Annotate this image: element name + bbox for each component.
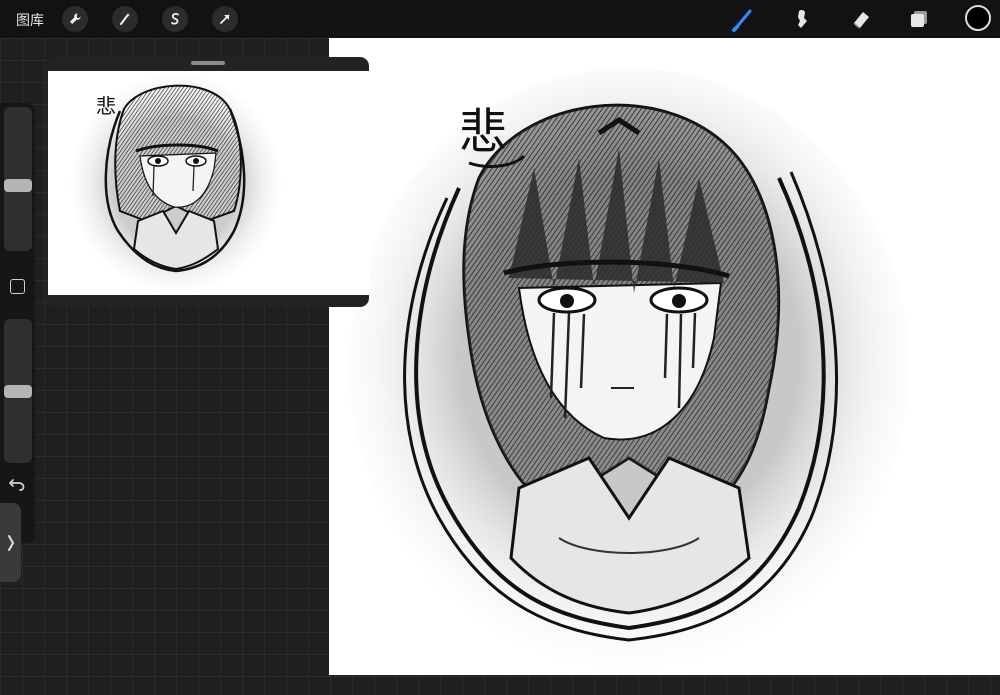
transform-arrow-icon (220, 14, 230, 24)
reference-window[interactable]: 悲 (46, 57, 369, 307)
sketch-artwork: 悲 (349, 68, 909, 668)
eraser-tool-button[interactable] (848, 6, 874, 32)
magic-wand-icon (120, 13, 130, 25)
undo-icon (9, 479, 25, 491)
brush-icon (732, 9, 752, 32)
drawing-canvas[interactable]: 悲 (329, 38, 1000, 675)
sidebar-expand-tab[interactable] (0, 503, 21, 582)
adjustments-button[interactable] (112, 6, 138, 32)
layers-icon (911, 11, 927, 27)
brush-size-slider[interactable] (4, 107, 32, 251)
opacity-slider[interactable] (4, 319, 32, 463)
brush-size-thumb[interactable] (4, 179, 32, 192)
selection-button[interactable] (162, 6, 188, 32)
artwork-character: 悲 (459, 104, 507, 160)
reference-drag-handle[interactable] (191, 61, 225, 65)
actions-button[interactable] (62, 6, 88, 32)
chevron-right-icon (7, 534, 14, 551)
brush-tool-button[interactable] (730, 6, 756, 32)
left-sidebar (0, 103, 35, 543)
reference-image: 悲 (48, 71, 369, 295)
wrench-icon (70, 13, 81, 24)
eraser-icon (853, 12, 869, 29)
smudge-tool-button[interactable] (789, 6, 815, 32)
gallery-button[interactable]: 图库 (16, 10, 44, 30)
reference-artwork: 悲 (71, 75, 281, 291)
top-toolbar: 图库 (0, 0, 1000, 38)
opacity-thumb[interactable] (4, 385, 32, 398)
smudge-icon (798, 9, 807, 28)
transform-button[interactable] (212, 6, 238, 32)
layers-button[interactable] (906, 6, 932, 32)
selection-icon (171, 13, 179, 25)
reference-character: 悲 (96, 94, 116, 118)
modify-square-icon[interactable] (10, 279, 25, 294)
undo-button[interactable] (7, 475, 27, 493)
color-picker-button[interactable] (965, 5, 991, 31)
